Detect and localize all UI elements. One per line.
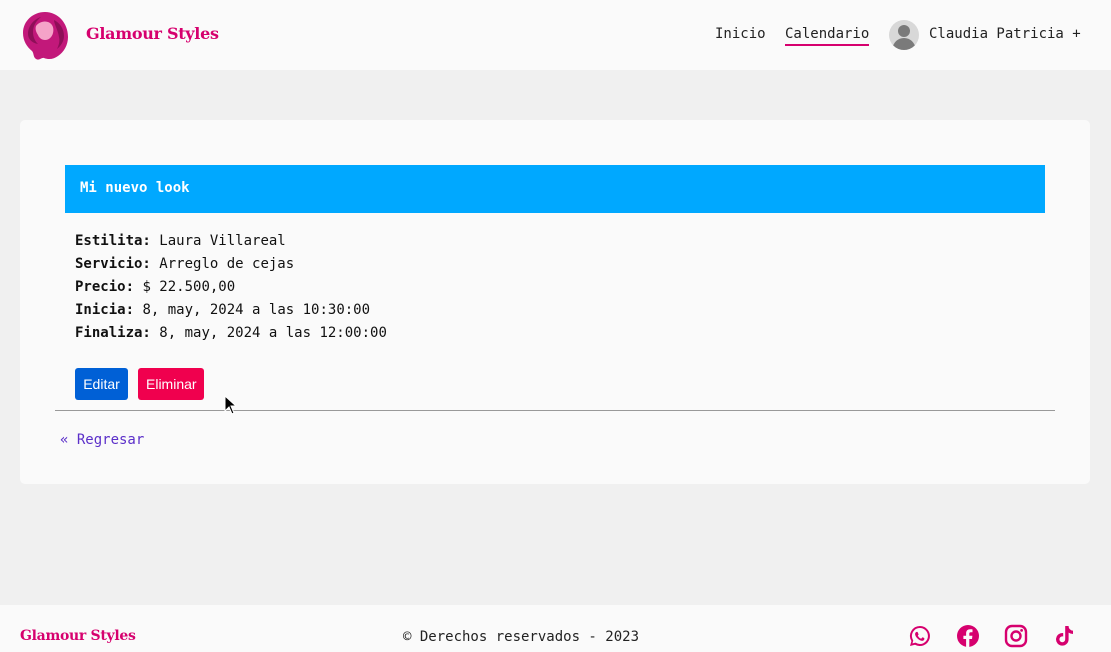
- end-row: Finaliza: 8, may, 2024 a las 12:00:00: [75, 325, 387, 341]
- divider: [55, 410, 1055, 411]
- price-value: $ 22.500,00: [142, 279, 236, 295]
- tiktok-icon[interactable]: [1052, 624, 1076, 648]
- delete-button[interactable]: Eliminar: [138, 368, 204, 400]
- service-value: Arreglo de cejas: [159, 256, 295, 272]
- back-link[interactable]: « Regresar: [60, 432, 144, 448]
- top-header: Glamour Styles Inicio Calendario Claudia…: [0, 0, 1111, 70]
- start-value: 8, may, 2024 a las 10:30:00: [142, 302, 371, 318]
- stylist-label: Estilita:: [75, 233, 151, 249]
- nav-home-link[interactable]: Inicio: [715, 26, 766, 42]
- start-row: Inicia: 8, may, 2024 a las 10:30:00: [75, 302, 370, 318]
- start-label: Inicia:: [75, 302, 135, 318]
- end-label: Finaliza:: [75, 325, 151, 341]
- instagram-icon[interactable]: [1004, 624, 1028, 648]
- user-avatar-icon[interactable]: [889, 20, 919, 50]
- footer: Glamour Styles © Derechos reservados - 2…: [0, 605, 1111, 652]
- service-label: Servicio:: [75, 256, 151, 272]
- facebook-icon[interactable]: [956, 624, 980, 648]
- end-value: 8, may, 2024 a las 12:00:00: [159, 325, 387, 341]
- nav-calendar-link[interactable]: Calendario: [785, 26, 870, 46]
- service-row: Servicio: Arreglo de cejas: [75, 256, 294, 272]
- edit-button[interactable]: Editar: [75, 368, 128, 400]
- footer-brand[interactable]: Glamour Styles: [20, 628, 136, 644]
- appointment-card: Mi nuevo look Estilita: Laura Villareal …: [20, 120, 1090, 484]
- brand-name[interactable]: Glamour Styles: [86, 24, 219, 43]
- woman-hair-logo-icon[interactable]: [18, 8, 72, 62]
- whatsapp-icon[interactable]: [908, 624, 932, 648]
- price-label: Precio:: [75, 279, 135, 295]
- user-menu[interactable]: Claudia Patricia +: [929, 26, 1081, 42]
- stylist-row: Estilita: Laura Villareal: [75, 233, 286, 249]
- price-row: Precio: $ 22.500,00: [75, 279, 235, 295]
- copyright-text: © Derechos reservados - 2023: [403, 629, 640, 645]
- mouse-cursor-icon: [224, 395, 238, 415]
- stylist-value: Laura Villareal: [159, 233, 286, 249]
- appointment-title: Mi nuevo look: [80, 180, 190, 196]
- appointment-title-bar: Mi nuevo look: [65, 165, 1045, 213]
